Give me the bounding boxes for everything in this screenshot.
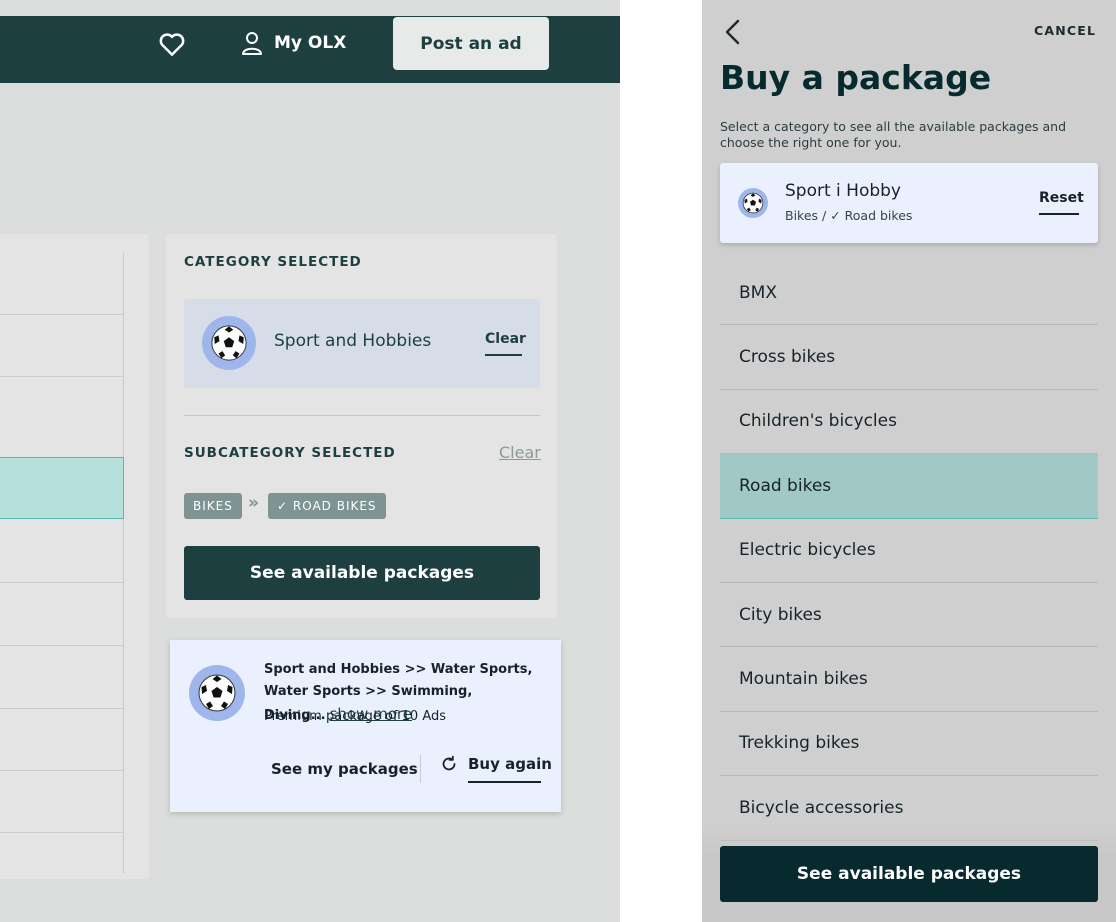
selected-category-card: Sport i Hobby Bikes / ✓ Road bikes Reset	[720, 163, 1098, 243]
soccer-ball-icon	[742, 192, 764, 214]
my-olx-link[interactable]: My OLX	[240, 30, 346, 56]
category-list	[0, 252, 124, 874]
subcategory-selected-heading: SUBCATEGORY SELECTED	[184, 445, 396, 461]
list-item-road-bikes[interactable]: Road bikes	[720, 454, 1098, 519]
category-selected-heading: CATEGORY SELECTED	[184, 254, 362, 270]
category-avatar	[202, 316, 256, 370]
mobile-view: CANCEL Buy a package Select a category t…	[702, 0, 1116, 922]
list-divider	[0, 645, 124, 646]
list-item-childrens-bicycles[interactable]: Children's bicycles	[720, 390, 1098, 455]
list-divider	[0, 770, 124, 771]
see-available-packages-button[interactable]: See available packages	[720, 846, 1098, 902]
favorites-button[interactable]	[157, 29, 187, 59]
list-item-trekking-bikes[interactable]: Trekking bikes	[720, 712, 1098, 777]
category-list-panel	[0, 234, 149, 879]
list-item-mountain-bikes[interactable]: Mountain bikes	[720, 647, 1098, 712]
selected-category-breadcrumb: Bikes / ✓ Road bikes	[785, 208, 913, 223]
list-item-city-bikes[interactable]: City bikes	[720, 583, 1098, 648]
list-divider	[0, 582, 124, 583]
clear-underline	[485, 354, 522, 356]
selected-category-name: Sport i Hobby	[785, 181, 901, 201]
heart-icon	[159, 33, 185, 56]
list-item-electric-bicycles[interactable]: Electric bicycles	[720, 519, 1098, 583]
list-item-cross-bikes[interactable]: Cross bikes	[720, 325, 1098, 390]
previous-package-card: Sport and Hobbies >> Water Sports, Water…	[170, 640, 561, 812]
chip-bikes: BIKES	[184, 493, 242, 519]
page-subtitle: Select a category to see all the availab…	[720, 119, 1067, 150]
list-divider	[0, 708, 124, 709]
user-icon	[242, 32, 262, 55]
buy-again-underline	[468, 781, 541, 783]
chip-separator: »	[248, 493, 259, 513]
soccer-ball-icon	[198, 674, 236, 712]
list-item-selected[interactable]	[0, 457, 124, 519]
soccer-ball-icon	[211, 325, 247, 361]
chip-road-bikes: ✓ ROAD BIKES	[268, 493, 386, 519]
cancel-button[interactable]: CANCEL	[1034, 23, 1096, 38]
chevron-left-icon	[725, 19, 740, 45]
list-divider	[0, 314, 124, 315]
back-button[interactable]	[722, 18, 746, 46]
list-item-bmx[interactable]: BMX	[720, 261, 1098, 326]
package-description: Premium package of 10 Ads	[264, 709, 447, 724]
see-my-packages-link[interactable]: See my packages	[271, 760, 418, 778]
section-divider	[184, 415, 540, 416]
top-navigation-bar: My OLX Post an ad	[0, 16, 620, 83]
buy-again-button[interactable]: Buy again	[440, 755, 552, 773]
list-divider	[0, 376, 124, 377]
list-divider	[0, 832, 124, 833]
selected-category-box: Sport and Hobbies Clear	[184, 299, 540, 388]
desktop-view: My OLX Post an ad CATEGORY SELECTED Spor…	[0, 0, 620, 922]
see-available-packages-button[interactable]: See available packages	[184, 546, 540, 600]
subcategory-list: BMX Cross bikes Children's bicycles Road…	[720, 261, 1098, 841]
page-title: Buy a package	[720, 58, 992, 97]
clear-subcategory-link[interactable]: Clear	[499, 443, 541, 462]
refresh-icon	[442, 755, 456, 771]
selection-summary-card: CATEGORY SELECTED Sport and Hobbies Clea…	[166, 234, 557, 618]
reset-underline	[1039, 213, 1079, 215]
package-avatar	[189, 665, 245, 721]
category-avatar	[738, 188, 768, 218]
selected-category-name: Sport and Hobbies	[274, 331, 432, 351]
post-ad-button[interactable]: Post an ad	[393, 17, 549, 70]
reset-button[interactable]: Reset	[1039, 190, 1084, 206]
action-divider	[420, 755, 421, 783]
buy-again-label: Buy again	[468, 755, 552, 773]
my-olx-label: My OLX	[274, 33, 347, 53]
clear-category-button[interactable]: Clear	[485, 331, 526, 347]
